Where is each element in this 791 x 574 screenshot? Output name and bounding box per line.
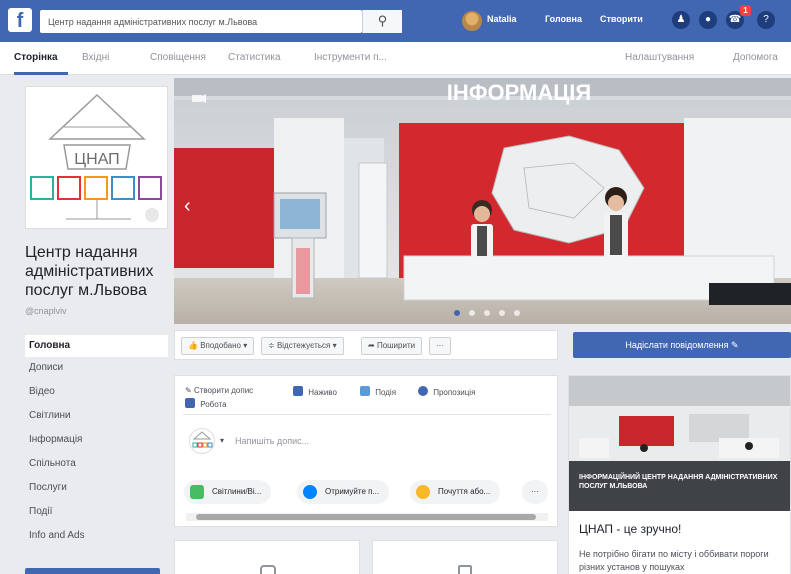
feeling-pill[interactable]: Почуття або... (410, 480, 501, 504)
messenger-icon[interactable]: ● (699, 11, 717, 29)
search-icon[interactable]: ⚲ (362, 10, 402, 33)
sidebar-item-posts[interactable]: Дописи (25, 357, 168, 379)
cnap-mini-logo-icon (192, 431, 213, 448)
page-action-bar: 👍 Вподобано ▾ ≑ Відстежується ▾ ➦ Пошири… (174, 330, 558, 360)
send-message-button[interactable]: Надіслати повідомлення ✎ (573, 332, 791, 358)
photo-video-pill[interactable]: Світлини/Ві... (184, 480, 272, 504)
friends-icon[interactable]: ♟ (672, 11, 690, 29)
sidebar-item-events[interactable]: Події (25, 501, 168, 523)
scrollbar-thumb[interactable] (196, 514, 536, 520)
cover-image: ІНФОРМАЦІЯ (174, 78, 791, 324)
home-link[interactable]: Головна (545, 14, 582, 24)
note-icon (458, 565, 472, 574)
pencil-icon: ✎ (185, 386, 192, 395)
avatar[interactable] (462, 11, 482, 31)
post-input[interactable]: Напишіть допис... (235, 436, 309, 446)
tab-event[interactable]: Подія (360, 386, 396, 397)
info-card-caption: Інформаційний центр надання адміністрати… (579, 474, 778, 490)
cover-photo[interactable]: ІНФОРМАЦІЯ ‹ (174, 78, 791, 324)
tab-live[interactable]: Наживо (293, 386, 337, 397)
horizontal-scrollbar[interactable] (186, 513, 548, 521)
search-box: ⚲ (40, 10, 402, 33)
carousel-dots[interactable] (452, 308, 522, 318)
cnap-logo-icon: ЦНАП (30, 93, 162, 222)
create-link[interactable]: Створити (600, 14, 643, 24)
instagram-icon (260, 565, 276, 574)
tab-create-post[interactable]: ✎ Створити допис (185, 386, 253, 395)
live-video-icon (293, 386, 303, 396)
instagram-card[interactable] (174, 540, 360, 574)
tab-offer[interactable]: Пропозиція (418, 386, 475, 397)
follow-label: Відстежується (276, 341, 331, 350)
thumbs-up-icon: 👍 (188, 341, 198, 350)
post-composer: ✎ Створити допис Наживо Подія Пропозиція… (174, 375, 558, 527)
notes-card[interactable] (372, 540, 558, 574)
sidebar-item-home[interactable]: Головна (25, 335, 168, 357)
follow-button[interactable]: ≑ Відстежується ▾ (261, 337, 344, 355)
logo-text: ЦНАП (74, 151, 119, 168)
tab-settings[interactable]: Налаштування (625, 52, 694, 63)
feeling-label: Почуття або... (438, 487, 491, 496)
job-label: Робота (200, 400, 227, 409)
sidebar-item-community[interactable]: Спільнота (25, 453, 168, 475)
send-message-label: Надіслати повідомлення (625, 340, 729, 350)
page-avatar (189, 428, 215, 454)
tab-inbox[interactable]: Вхідні (82, 52, 109, 63)
help-icon[interactable]: ? (757, 11, 775, 29)
tab-tools[interactable]: Інструменти п... (314, 52, 387, 63)
info-card-title: ЦНАП - це зручно! (579, 522, 682, 536)
photo-icon (190, 485, 204, 499)
tab-notifications[interactable]: Сповіщення (150, 52, 206, 63)
tab-insights[interactable]: Статистика (228, 52, 281, 63)
page-handle[interactable]: @cnaplviv (25, 306, 67, 316)
rss-icon: ≑ (268, 341, 275, 350)
tab-help[interactable]: Допомога (733, 52, 778, 63)
profile-picture[interactable]: ЦНАП (25, 86, 168, 229)
like-button[interactable]: 👍 Вподобано ▾ (181, 337, 255, 355)
notification-badge: 1 (740, 5, 751, 16)
sidebar-item-photos[interactable]: Світлини (25, 405, 168, 427)
cover-sign-text: ІНФОРМАЦІЯ (447, 80, 591, 105)
promote-button[interactable] (25, 568, 160, 574)
tab-page[interactable]: Сторінка (14, 52, 58, 63)
sidebar-item-videos[interactable]: Відео (25, 381, 168, 403)
composer-divider (183, 414, 551, 415)
get-messages-label: Отримуйте п... (325, 487, 380, 496)
event-label: Подія (375, 388, 397, 397)
info-card[interactable]: Інформаційний центр надання адміністрати… (568, 375, 791, 574)
calendar-icon (360, 386, 370, 396)
active-tab-indicator (14, 72, 68, 75)
share-button[interactable]: ➦ Поширити (361, 337, 423, 355)
offer-label: Пропозиція (433, 388, 476, 397)
page-subnav: Сторінка Вхідні Сповіщення Статистика Ін… (0, 42, 791, 75)
photo-video-label: Світлини/Ві... (212, 487, 262, 496)
profile-link[interactable]: Natalia (487, 14, 517, 24)
sidebar-item-info-ads[interactable]: Info and Ads (25, 525, 168, 547)
avatar-dropdown-icon[interactable]: ▾ (220, 436, 224, 445)
like-label: Вподобано (200, 341, 241, 350)
more-options-pill[interactable]: ··· (522, 480, 548, 504)
share-label: Поширити (376, 341, 416, 350)
offer-icon (418, 386, 428, 396)
share-icon: ➦ (368, 341, 375, 350)
sidebar-item-info[interactable]: Інформація (25, 429, 168, 451)
tab-job[interactable]: Робота (185, 398, 227, 409)
top-bar: f ⚲ Natalia Головна Створити ♟ ● ☎ 1 ? (0, 0, 791, 42)
search-input[interactable] (40, 10, 320, 33)
info-card-text: Не потрібно бігати по місту і оббивати п… (579, 549, 769, 572)
sidebar-item-services[interactable]: Послуги (25, 477, 168, 499)
get-messages-pill[interactable]: Отримуйте п... (297, 480, 390, 504)
live-label: Наживо (308, 388, 337, 397)
more-button[interactable]: ··· (429, 337, 451, 355)
cover-prev-icon[interactable]: ‹ (184, 195, 191, 218)
smiley-icon (416, 485, 430, 499)
facebook-logo-icon[interactable]: f (8, 8, 32, 32)
create-post-label: Створити допис (193, 386, 254, 395)
messenger-icon (303, 485, 317, 499)
pencil-icon: ✎ (731, 340, 739, 350)
briefcase-icon (185, 398, 195, 408)
page-name: Центр надання адміністративних послуг м.… (25, 244, 154, 299)
